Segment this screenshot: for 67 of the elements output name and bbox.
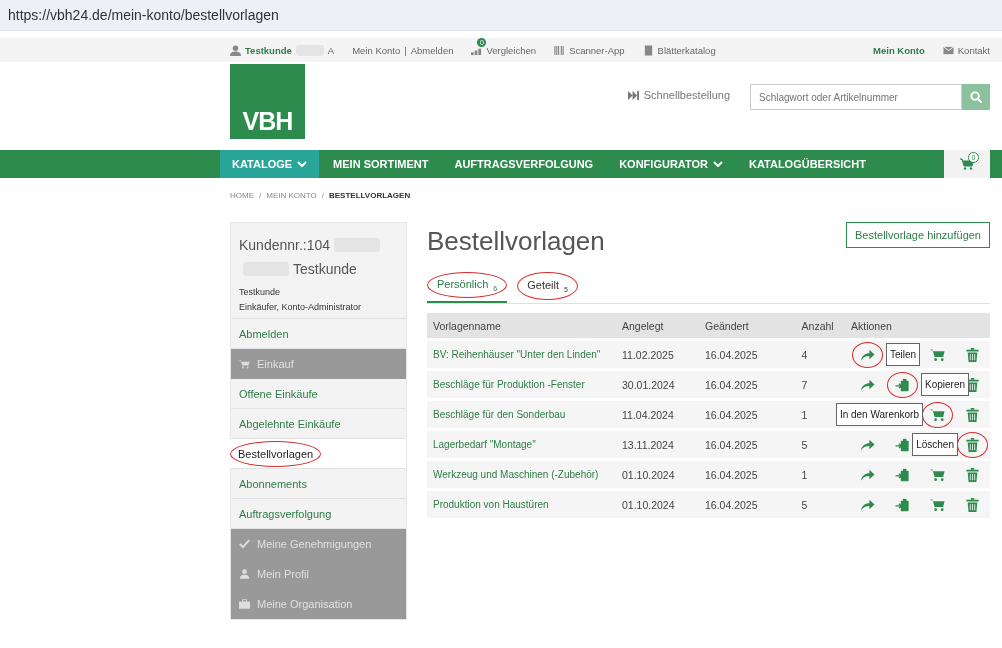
breadcrumb-separator: / xyxy=(259,190,262,200)
catalog-link[interactable]: Blätterkatalog xyxy=(657,44,716,56)
callout-tooltip: Teilen xyxy=(885,343,921,367)
add-template-button[interactable]: Bestellvorlage hinzufügen xyxy=(846,222,990,248)
user-roles: Einkäufer, Konto-Administrator xyxy=(239,302,363,312)
nav-tab[interactable]: AUFTRAGSVERFOLGUNG xyxy=(442,150,606,178)
table-cell: 11.02.2025 xyxy=(621,348,674,361)
contact-link[interactable]: Kontakt xyxy=(957,44,990,56)
compare-link[interactable]: Vergleichen xyxy=(486,44,537,56)
account-link[interactable]: Mein Konto xyxy=(873,44,925,56)
breadcrumb-separator: / xyxy=(321,190,324,200)
quick-order-link[interactable]: Schnellbestellung xyxy=(643,89,730,101)
breadcrumb-link[interactable]: MEIN KONTO xyxy=(266,190,317,200)
callout-tooltip: In den Warenkorb xyxy=(835,403,923,427)
breadcrumb-link[interactable]: HOME xyxy=(230,190,254,200)
account-link[interactable]: Abmelden xyxy=(410,44,454,56)
callout-tooltip: Löschen xyxy=(912,433,958,457)
section-label: Meine Genehmigungen xyxy=(257,538,372,550)
sidebar-item[interactable]: Auftragsverfolgung xyxy=(231,500,340,527)
tab[interactable]: Geteilt $_{5}$ xyxy=(517,271,578,304)
table-cell: 16.04.2025 xyxy=(705,468,758,481)
table-cell: 30.01.2024 xyxy=(621,378,675,391)
url-text[interactable]: https://vbh24.de/mein-konto/bestellvorlagen xyxy=(8,7,279,23)
account-link[interactable]: Mein Konto xyxy=(352,44,401,56)
column-header: Angelegt xyxy=(615,313,699,339)
table-cell: 16.04.2025 xyxy=(705,498,758,511)
sidebar-item[interactable]: Abmelden xyxy=(231,320,297,347)
vbh-logo[interactable]: VBH xyxy=(230,64,305,139)
column-header: Vorlagenname xyxy=(427,313,616,339)
table-cell: 1 xyxy=(801,408,808,421)
nav-tab[interactable]: KATALOGE xyxy=(220,150,320,178)
search-field[interactable]: Schlagwort oder Artikelnummer xyxy=(750,84,962,110)
section-label: Meine Organisation xyxy=(257,598,353,610)
table-cell: 16.04.2025 xyxy=(705,378,758,391)
user-name-suffix: A xyxy=(327,44,335,56)
column-header: Geändert xyxy=(699,313,796,339)
separator-text: | xyxy=(404,44,407,56)
table-cell: 01.10.2024 xyxy=(621,468,675,481)
column-header: Anzahl xyxy=(795,313,845,339)
table-cell: 13.11.2024 xyxy=(621,438,674,451)
table-cell: 5 xyxy=(801,498,808,511)
sidebar-item[interactable]: Abgelehnte Einkäufe xyxy=(231,410,349,437)
table-cell: 4 xyxy=(801,348,808,361)
tab[interactable]: Persönlich $_{6}$ xyxy=(427,271,508,304)
callout-tooltip: Kopieren xyxy=(920,373,969,397)
page-title: Bestellvorlagen xyxy=(427,226,605,257)
table-cell: 11.04.2024 xyxy=(621,408,674,421)
table-cell: 16.04.2025 xyxy=(705,408,758,421)
table-cell: 16.04.2025 xyxy=(705,348,758,361)
section-label: Mein Profil xyxy=(257,568,309,580)
table-cell: 01.10.2024 xyxy=(621,498,675,511)
table-cell: 7 xyxy=(801,378,808,391)
customer-name: Testkunde xyxy=(293,261,357,277)
scanner-app-link[interactable]: Scanner-App xyxy=(569,44,625,56)
nav-tab[interactable]: MEIN SORTIMENT xyxy=(321,150,441,178)
customer-number: Kundennr.:104 xyxy=(239,237,331,253)
sidebar-item[interactable]: Abonnements xyxy=(231,470,315,497)
nav-tab[interactable]: KONFIGURATOR xyxy=(607,150,735,178)
table-cell: 1 xyxy=(801,468,808,481)
section-label: Einkauf xyxy=(257,358,294,370)
table-cell: 5 xyxy=(801,438,808,451)
user-name[interactable]: Testkunde xyxy=(245,44,292,56)
nav-tab[interactable]: KATALOGÜBERSICHT xyxy=(737,150,878,178)
sidebar-item[interactable]: Offene Einkäufe xyxy=(231,380,326,407)
table-cell: 16.04.2025 xyxy=(705,438,758,451)
user-name: Testkunde xyxy=(239,287,282,297)
column-header: Aktionen xyxy=(844,313,990,339)
